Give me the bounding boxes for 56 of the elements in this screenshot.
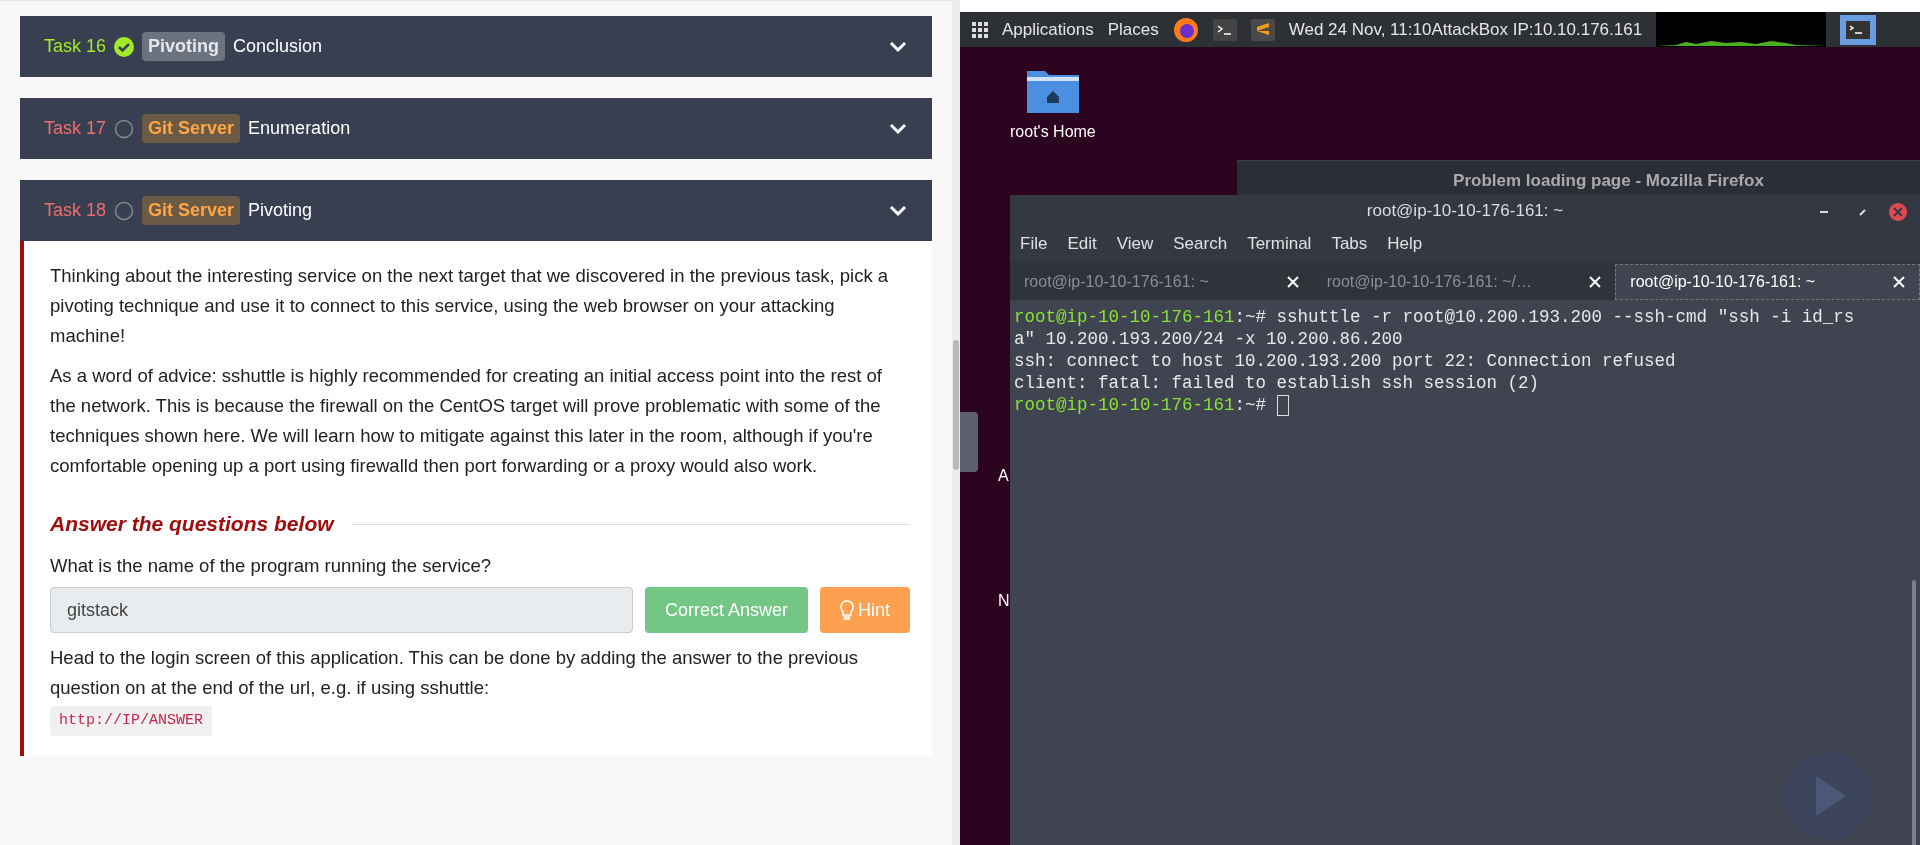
task-number: Task 17 bbox=[44, 118, 107, 139]
panel-clock: Wed 24 Nov, 11:10 bbox=[1288, 19, 1432, 40]
task-number: Task 16 bbox=[44, 36, 107, 57]
terminal-line: ssh: connect to host 10.200.193.200 port 22: Connection refused bbox=[1014, 350, 1677, 372]
terminal-line: a" 10.200.193.200/24 -x 10.200.86.200 bbox=[1014, 328, 1404, 350]
task-header[interactable]: Task 17 Git Server Enumeration bbox=[20, 98, 932, 159]
panel-handle[interactable] bbox=[960, 412, 978, 472]
terminal-line: root@ip-10-10-176-161:~# bbox=[1014, 394, 1916, 416]
desktop-icon-label: N bbox=[998, 592, 1010, 610]
menu-item[interactable]: File bbox=[1020, 234, 1048, 254]
room-tag: Git Server bbox=[142, 114, 241, 143]
window-title: root@ip-10-10-176-161: ~ bbox=[1366, 201, 1564, 221]
scrollbar[interactable] bbox=[1912, 580, 1916, 845]
panel-ip: AttackBox IP:10.10.176.161 bbox=[1431, 19, 1643, 40]
task-number: Task 18 bbox=[44, 200, 107, 221]
task-title: Pivoting bbox=[248, 200, 314, 221]
desktop-icon-label: root's Home bbox=[1010, 123, 1096, 141]
menu-item[interactable]: View bbox=[1116, 234, 1154, 254]
menu-item[interactable]: Edit bbox=[1067, 234, 1097, 254]
answer-field[interactable]: gitstack bbox=[50, 587, 633, 633]
task-header[interactable]: Task 18 Git Server Pivoting bbox=[20, 180, 932, 241]
terminal-line: client: fatal: failed to establish ssh session (2) bbox=[1014, 372, 1541, 394]
instruction-text: Head to the login screen of this application. This can be done by adding the answer to the previous question on at the end of the url, e.g. if using sshuttle: bbox=[50, 646, 859, 700]
room-tag: Git Server bbox=[142, 196, 241, 225]
menu-item[interactable]: Tabs bbox=[1331, 234, 1368, 254]
menu-item[interactable]: Search bbox=[1173, 234, 1228, 254]
chevron-icon[interactable] bbox=[888, 39, 908, 54]
text-editor-icon[interactable] bbox=[1250, 18, 1275, 41]
terminal-line: root@ip-10-10-176-161:~# sshuttle -r root@10.200.193.200 --ssh-cmd "ssh -i id_rs bbox=[1014, 306, 1856, 328]
terminal-icon[interactable] bbox=[1840, 14, 1877, 45]
apps-grid-icon[interactable] bbox=[972, 21, 988, 38]
close-icon[interactable] bbox=[1589, 276, 1602, 288]
terminal-tab[interactable]: root@ip-10-10-176-161: ~ bbox=[1615, 264, 1920, 300]
task-title: Conclusion bbox=[233, 36, 324, 57]
task-paragraph: As a word of advice: sshuttle is highly recommended for creating an initial access point into the rest of the network. This is because the firewall on the CentOS target will prove problematic with some of the techniques shown here. We will learn how to mitigate against this later in the room, although if you're comfortable opening up a port using firewalld then port forwarding or a proxy would also work. bbox=[50, 364, 883, 478]
task-title: Enumeration bbox=[248, 118, 352, 139]
menu-item[interactable]: Help bbox=[1387, 234, 1423, 254]
panel-menu[interactable]: Places bbox=[1107, 19, 1159, 40]
scrollbar[interactable] bbox=[952, 0, 960, 845]
questions-heading: Answer the questions below bbox=[50, 511, 334, 537]
close-icon[interactable] bbox=[1893, 276, 1905, 288]
task-paragraph: Thinking about the interesting service on the next target that we discovered in the previous task, pick a pivoting technique and use it to connect to this service, using the web browser on your attacking machine! bbox=[50, 264, 890, 348]
room-tag: Pivoting bbox=[142, 32, 226, 61]
lightbulb-icon bbox=[840, 600, 854, 620]
browser-icon[interactable] bbox=[1172, 16, 1199, 43]
panel-menu[interactable]: Applications bbox=[1002, 19, 1094, 40]
close-icon[interactable] bbox=[1286, 276, 1299, 288]
desktop-icon-label: A bbox=[998, 467, 1009, 485]
menu-item[interactable]: Terminal bbox=[1247, 234, 1312, 254]
code-snippet: http://IP/ANSWER bbox=[50, 706, 213, 736]
chevron-icon[interactable] bbox=[888, 203, 908, 218]
terminal-icon[interactable] bbox=[1212, 18, 1237, 41]
task-header[interactable]: Task 16 Pivoting Conclusion bbox=[20, 16, 932, 77]
question-text: What is the name of the program running the service? bbox=[50, 554, 493, 578]
window-title: Problem loading page - Mozilla Firefox bbox=[1453, 171, 1764, 191]
chevron-icon[interactable] bbox=[888, 121, 908, 136]
